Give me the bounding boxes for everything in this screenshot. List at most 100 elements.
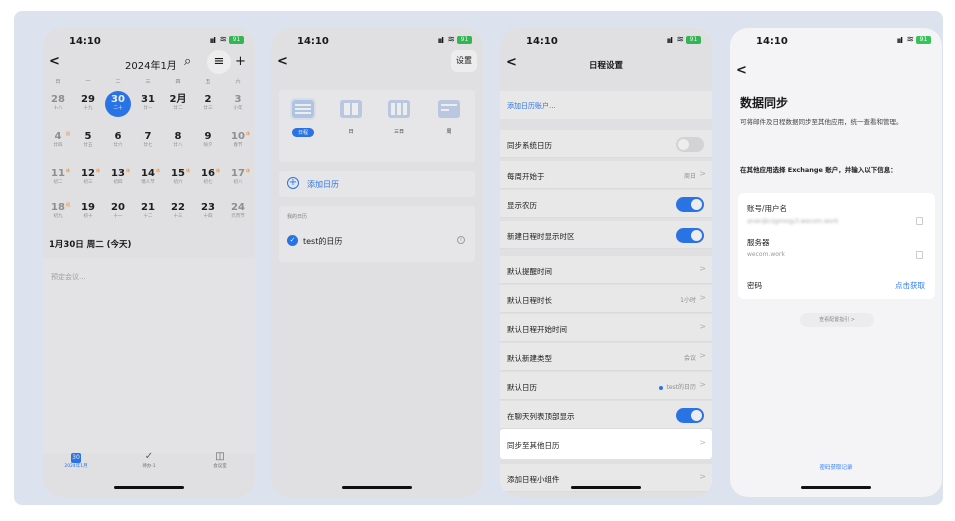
toggle-switch[interactable] <box>676 197 704 212</box>
lunar-date: 元宵节 <box>231 214 245 219</box>
day-event-list <box>43 258 255 453</box>
day-number: 8 <box>174 131 182 142</box>
back-icon[interactable]: < <box>49 54 60 69</box>
copy-icon[interactable] <box>916 217 923 225</box>
view-three-day[interactable]: 三日 <box>379 100 419 135</box>
calendar-day[interactable]: 17 初八休 <box>224 168 252 186</box>
add-calendar-row[interactable]: + 添加日历 <box>279 171 475 197</box>
wifi-icon: ≋ <box>906 35 914 45</box>
add-widget-label: 添加日程小组件 <box>507 475 560 484</box>
calendar-day[interactable]: 8 廿八 <box>164 131 192 149</box>
settings-row[interactable]: 默认日程时长 1小时 > <box>500 285 712 313</box>
settings-row[interactable]: 显示农历 <box>500 190 712 218</box>
battery-icon: 91 <box>229 36 244 44</box>
back-icon[interactable]: < <box>736 63 747 78</box>
password-record-link[interactable]: 密码获取记录 <box>730 463 942 471</box>
lunar-date: 廿二 <box>173 106 183 111</box>
calendar-day[interactable]: 23 十四 <box>194 202 222 220</box>
sync-other-calendar-row[interactable]: 同步至其他日历 > <box>500 429 712 459</box>
holiday-mark: 休 <box>66 168 70 173</box>
month-title[interactable]: 2024年1月 <box>125 57 177 72</box>
settings-row-value-text: test的日历 <box>666 384 696 391</box>
config-guide-button[interactable]: 查看配置指引 > <box>800 313 874 327</box>
settings-row[interactable]: 默认日历 test的日历 > <box>500 372 712 400</box>
calendar-day[interactable]: 30 二十 <box>104 91 132 117</box>
settings-row[interactable]: 默认新建类型 会议 > <box>500 343 712 371</box>
calendar-day[interactable]: 19 初十 <box>74 202 102 220</box>
tab-meeting-room-label: 会议室 <box>213 464 227 469</box>
back-icon[interactable]: < <box>277 54 288 69</box>
calendar-day[interactable]: 4 廿四班 <box>44 131 72 149</box>
view-week[interactable]: 周 <box>429 100 469 135</box>
lunar-date: 初二 <box>53 180 63 185</box>
calendar-day[interactable]: 9 除夕 <box>194 131 222 149</box>
server-label: 服务器 <box>747 238 770 247</box>
toggle-switch[interactable] <box>676 408 704 423</box>
tab-calendar[interactable]: 30 2024年1月 <box>51 451 101 469</box>
copy-icon[interactable] <box>916 251 923 259</box>
calendar-day[interactable]: 21 十二 <box>134 202 162 220</box>
calendar-day[interactable]: 2 廿三 <box>194 94 222 112</box>
tab-meeting-room[interactable]: ◫ 会议室 <box>195 451 245 469</box>
view-schedule[interactable]: 日程 <box>283 98 323 138</box>
settings-row[interactable]: 在聊天列表顶部显示 <box>500 401 712 429</box>
calendar-day[interactable]: 16 初七休 <box>194 168 222 186</box>
calendar-menu-screen: 14:10 ııl ≋ 91 < 设置 日程 日 三日 周 + 添加日历 我的日… <box>271 28 483 497</box>
add-icon[interactable]: + <box>235 54 246 69</box>
lunar-date: 廿六 <box>113 143 123 148</box>
toggle-switch[interactable] <box>676 228 704 243</box>
calendar-day[interactable]: 14 情人节休 <box>134 168 162 186</box>
calendar-day[interactable]: 10 春节休 <box>224 131 252 149</box>
lunar-date: 情人节 <box>141 180 155 185</box>
calendar-day[interactable]: 18 初九班 <box>44 202 72 220</box>
checkmark-icon[interactable]: ✓ <box>287 235 298 246</box>
settings-row[interactable]: 同步系统日历 <box>500 130 712 158</box>
calendar-day[interactable]: 20 十一 <box>104 202 132 220</box>
lunar-date: 除夕 <box>203 143 213 148</box>
view-week-label: 周 <box>446 129 452 135</box>
view-day[interactable]: 日 <box>331 100 371 135</box>
my-calendars-heading: 我的日历 <box>287 214 308 220</box>
info-icon[interactable]: i <box>457 236 465 244</box>
calendar-day[interactable]: 13 初四休 <box>104 168 132 186</box>
day-view-icon <box>340 100 362 118</box>
toggle-switch[interactable] <box>676 137 704 152</box>
chevron-right-icon: > <box>699 293 706 302</box>
calendar-day[interactable]: 28 十八 <box>44 94 72 112</box>
settings-row[interactable]: 每周开始于 周日 > <box>500 161 712 189</box>
calendar-day[interactable]: 7 廿七 <box>134 131 162 149</box>
weekday-label: 日 <box>55 79 61 85</box>
calendar-day[interactable]: 15 初六休 <box>164 168 192 186</box>
weekday-label: 一 <box>85 79 91 85</box>
calendar-day[interactable]: 24 元宵节 <box>224 202 252 220</box>
search-icon[interactable]: ⌕ <box>184 54 191 69</box>
calendar-day[interactable]: 6 廿六 <box>104 131 132 149</box>
calendar-day[interactable]: 2月 廿二 <box>164 94 192 112</box>
settings-row[interactable]: 新建日程时显示时区 <box>500 221 712 249</box>
calendar-day[interactable]: 12 初三休 <box>74 168 102 186</box>
menu-icon[interactable]: ≡ <box>207 50 231 74</box>
calendar-day[interactable]: 22 十三 <box>164 202 192 220</box>
calendar-name[interactable]: test的日历 <box>303 236 342 247</box>
settings-row[interactable]: 默认提醒时间 > <box>500 256 712 284</box>
tab-todo[interactable]: ✓ 待办·1 <box>124 451 174 469</box>
holiday-mark: 班 <box>66 202 70 207</box>
day-number: 3 <box>234 94 242 105</box>
settings-row[interactable]: 默认日程开始时间 > <box>500 314 712 342</box>
calendar-icon: 30 <box>71 453 81 463</box>
calendar-day[interactable]: 3 小年 <box>224 94 252 112</box>
page-title: 日程设置 <box>588 61 623 71</box>
holiday-mark: 休 <box>186 168 190 173</box>
chevron-right-icon: > <box>699 438 706 447</box>
calendar-day[interactable]: 29 十九 <box>74 94 102 112</box>
add-calendar-account-row[interactable]: 添加日历账户... <box>500 91 712 119</box>
get-password-link[interactable]: 点击获取 <box>895 280 925 291</box>
settings-row-label: 同步系统日历 <box>507 141 552 150</box>
status-bar: 14:10 ııl ≋ 91 <box>43 28 255 52</box>
book-meeting-hint[interactable]: 预定会议... <box>51 272 86 282</box>
todo-icon: ✓ <box>144 451 154 462</box>
settings-button[interactable]: 设置 <box>451 50 477 72</box>
calendar-day[interactable]: 5 廿五 <box>74 131 102 149</box>
calendar-day[interactable]: 11 初二休 <box>44 168 72 186</box>
calendar-day[interactable]: 31 廿一 <box>134 94 162 112</box>
